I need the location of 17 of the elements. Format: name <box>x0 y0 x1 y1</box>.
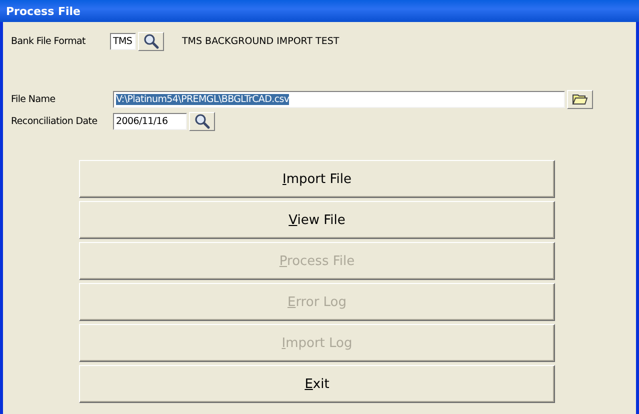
date-field[interactable]: 2006/11/16 <box>113 112 187 130</box>
action-button[interactable]: Exit <box>79 365 555 403</box>
field-label: File Name <box>11 94 56 104</box>
magnifier-icon <box>143 33 159 49</box>
input-field[interactable]: V:\Platinum54\PREMGL\BBGLTrCAD.csv <box>113 90 565 108</box>
action-button[interactable]: Import File <box>79 160 555 198</box>
window-title: Process File <box>0 0 639 22</box>
search-button[interactable] <box>189 112 215 130</box>
format-description: TMS BACKGROUND IMPORT TEST <box>182 36 340 46</box>
field-label: Reconciliation Date <box>11 116 98 126</box>
input-field[interactable]: TMS <box>110 32 136 50</box>
action-button[interactable]: View File <box>79 201 555 239</box>
magnifier-icon <box>194 113 210 129</box>
browse-button[interactable] <box>567 90 593 108</box>
folder-icon <box>572 93 588 105</box>
field-label: Bank File Format <box>11 36 86 46</box>
search-button[interactable] <box>138 32 164 50</box>
